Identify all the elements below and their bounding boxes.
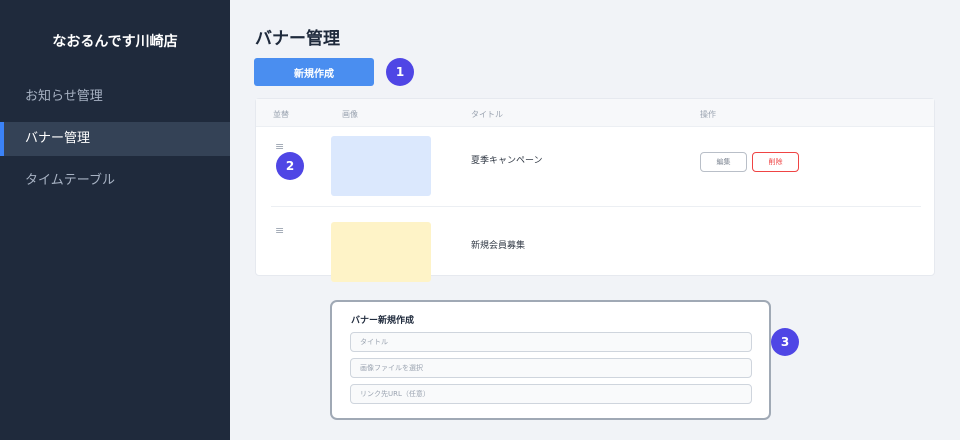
title-input[interactable] [350, 332, 752, 352]
new-banner-form: バナー新規作成 [330, 300, 771, 420]
edit-button[interactable]: 編集 [700, 152, 747, 172]
link-url-input[interactable] [350, 384, 752, 404]
sidebar: なおるんです川崎店 お知らせ管理 バナー管理 タイムテーブル [0, 0, 230, 440]
header-order: 並替 [273, 110, 289, 119]
table-row: ≡ 夏季キャンペーン 編集 削除 [256, 127, 934, 207]
banner-thumbnail [331, 136, 431, 196]
image-file-input[interactable] [350, 358, 752, 378]
header-actions: 操作 [700, 110, 716, 119]
drag-handle-icon[interactable]: ≡ [275, 224, 284, 237]
banner-title: 夏季キャンペーン [471, 156, 543, 166]
sidebar-item-news[interactable]: お知らせ管理 [0, 80, 230, 114]
new-banner-button[interactable]: 新規作成 [254, 58, 374, 86]
table-header: 並替 画像 タイトル 操作 [256, 99, 934, 127]
banner-table: 並替 画像 タイトル 操作 ≡ 夏季キャンペーン 編集 削除 ≡ 新規会員募集 [255, 98, 935, 282]
delete-button[interactable]: 削除 [752, 152, 799, 172]
brand-title: なおるんです川崎店 [52, 34, 178, 50]
header-image: 画像 [342, 110, 358, 119]
drag-handle-icon[interactable]: ≡ [275, 140, 284, 153]
annotation-badge-3: 3 [771, 328, 799, 356]
annotation-badge-1: 1 [386, 58, 414, 86]
sidebar-item-timetable[interactable]: タイムテーブル [0, 164, 230, 198]
sidebar-item-banner[interactable]: バナー管理 [0, 122, 230, 156]
page-title: バナー管理 [255, 29, 340, 49]
banner-thumbnail [331, 222, 431, 282]
header-title: タイトル [471, 110, 503, 119]
banner-title: 新規会員募集 [471, 241, 526, 251]
annotation-badge-2: 2 [276, 152, 304, 180]
form-title: バナー新規作成 [351, 316, 415, 326]
table-row: ≡ 新規会員募集 [256, 207, 934, 282]
